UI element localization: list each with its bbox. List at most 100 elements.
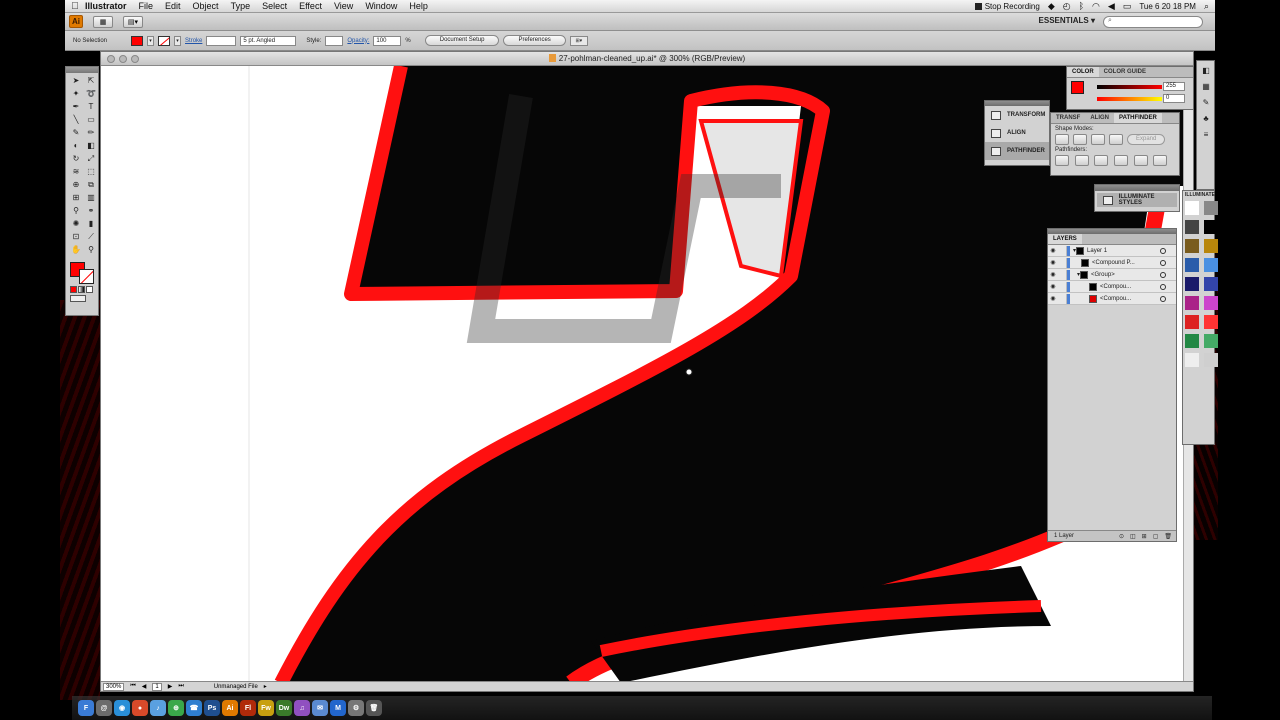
draw-mode-icon[interactable] <box>70 295 86 302</box>
dock-app-icon[interactable]: @ <box>96 700 112 716</box>
status-text[interactable]: Unmanaged File <box>214 684 258 690</box>
bluetooth-icon[interactable]: ᛒ <box>1079 1 1084 11</box>
layer-name[interactable]: <Compou... <box>1100 284 1131 290</box>
symbol-sprayer-tool-icon[interactable]: ✺ <box>69 218 83 230</box>
apple-icon[interactable]:  <box>65 1 85 12</box>
menu-select[interactable]: Select <box>262 1 287 11</box>
brushes-panel-icon[interactable]: ✎ <box>1199 97 1213 109</box>
color-swatch[interactable] <box>1185 296 1199 310</box>
new-layer-icon[interactable]: ▢ <box>1153 533 1159 540</box>
zoom-tool-icon[interactable]: ⚲ <box>84 244 98 256</box>
dock-pathfinder[interactable]: PATHFINDER <box>985 142 1049 160</box>
column-graph-tool-icon[interactable]: ▮ <box>84 218 98 230</box>
illuminate-header[interactable] <box>1095 185 1179 191</box>
color-swatch[interactable] <box>1185 201 1199 215</box>
menu-file[interactable]: File <box>139 1 154 11</box>
divide-button[interactable] <box>1055 155 1069 166</box>
stroke-color-dropdown[interactable]: ▾ <box>174 35 182 46</box>
menu-app-name[interactable]: Illustrator <box>85 1 127 11</box>
direct-selection-tool-icon[interactable]: ⇱ <box>84 75 98 87</box>
swatch-strip-tab[interactable]: ILLUMINATE <box>1183 191 1215 199</box>
trim-button[interactable] <box>1074 155 1089 166</box>
locate-object-icon[interactable]: ⊙ <box>1119 533 1124 540</box>
graphic-style-field[interactable] <box>325 35 344 46</box>
selection-tool-icon[interactable]: ➤ <box>69 75 83 87</box>
illuminate-styles-tab[interactable]: ILLUMINATE STYLES <box>1097 193 1177 207</box>
artboard-tool-icon[interactable]: ⊡ <box>69 231 83 243</box>
dock-app-icon[interactable]: ⊕ <box>168 700 184 716</box>
time-machine-icon[interactable]: ◴ <box>1063 1 1071 12</box>
exclude-button[interactable] <box>1109 134 1123 145</box>
menu-edit[interactable]: Edit <box>165 1 181 11</box>
color-swatch[interactable] <box>1204 296 1218 310</box>
layer-row-group[interactable]: ◉ ▾ <Group> <box>1048 269 1176 281</box>
color-swatch[interactable] <box>1204 220 1218 234</box>
color-swatch[interactable] <box>1185 315 1199 329</box>
color-swatch[interactable] <box>1204 277 1218 291</box>
hand-tool-icon[interactable]: ✋ <box>69 244 83 256</box>
layer-name[interactable]: <Compound P... <box>1092 260 1135 266</box>
outline-button[interactable] <box>1133 155 1148 166</box>
shape-builder-tool-icon[interactable]: ⊕ <box>69 179 83 191</box>
dock-app-icon[interactable]: Ai <box>222 700 238 716</box>
dock-app-icon[interactable]: ♪ <box>150 700 166 716</box>
dock-app-icon[interactable]: ✉ <box>312 700 328 716</box>
dock-app-icon[interactable]: ☎ <box>186 700 202 716</box>
minus-back-button[interactable] <box>1153 155 1168 166</box>
rotate-tool-icon[interactable]: ↻ <box>69 153 83 165</box>
target-icon[interactable] <box>1160 283 1166 290</box>
tab-transform[interactable]: TRANSF <box>1051 113 1085 123</box>
bridge-button[interactable]: ▦ <box>93 15 113 28</box>
color-swatch[interactable] <box>1204 353 1218 367</box>
merge-button[interactable] <box>1094 155 1109 166</box>
visibility-eye-icon[interactable]: ◉ <box>1048 295 1058 302</box>
warp-tool-icon[interactable]: ≋ <box>69 166 83 178</box>
pen-tool-icon[interactable]: ✒ <box>69 101 83 113</box>
unite-button[interactable] <box>1055 134 1069 145</box>
fill-dropdown[interactable]: ▾ <box>147 35 155 46</box>
dock-align[interactable]: ALIGN <box>985 124 1049 142</box>
fill-color-swatch[interactable] <box>131 35 144 46</box>
layer-name[interactable]: Layer 1 <box>1087 248 1107 254</box>
paintbrush-tool-icon[interactable]: ✎ <box>69 127 83 139</box>
battery-icon[interactable]: ▭ <box>1123 1 1132 12</box>
slice-tool-icon[interactable]: ⟋ <box>84 231 98 243</box>
crop-button[interactable] <box>1114 155 1129 166</box>
visibility-eye-icon[interactable]: ◉ <box>1048 271 1058 278</box>
visibility-eye-icon[interactable]: ◉ <box>1048 247 1058 254</box>
prev-artboard-button[interactable]: ◀ <box>142 683 147 690</box>
search-help-input[interactable]: ⌕ <box>1103 16 1203 28</box>
minimize-window-button[interactable] <box>119 55 127 63</box>
tab-align[interactable]: ALIGN <box>1085 113 1114 123</box>
artboard-number-field[interactable]: 1 <box>152 682 162 691</box>
line-tool-icon[interactable]: ╲ <box>69 114 83 126</box>
rectangle-tool-icon[interactable]: ▭ <box>84 114 98 126</box>
color-swatch[interactable] <box>1185 258 1199 272</box>
last-artboard-button[interactable]: ⏭ <box>178 683 183 690</box>
close-window-button[interactable] <box>107 55 115 63</box>
swatches-panel-icon[interactable]: ▦ <box>1199 81 1213 93</box>
layer-row-compound-1[interactable]: ◉ <Compou... <box>1048 281 1176 293</box>
zoom-window-button[interactable] <box>131 55 139 63</box>
dropbox-icon[interactable]: ◆ <box>1048 1 1055 12</box>
preferences-button[interactable]: Preferences <box>503 35 566 46</box>
gradient-tool-icon[interactable]: ▥ <box>84 192 98 204</box>
color-swatch[interactable] <box>1185 277 1199 291</box>
workspace-switcher[interactable]: ESSENTIALS ▾ <box>1039 16 1095 25</box>
fill-stroke-widget[interactable] <box>70 262 96 284</box>
eraser-tool-icon[interactable]: ◧ <box>84 140 98 152</box>
stroke-weight-field[interactable] <box>206 35 237 46</box>
layer-name[interactable]: <Compou... <box>1100 296 1131 302</box>
target-icon[interactable] <box>1160 295 1166 302</box>
brush-definition-field[interactable]: 5 pt. Angled <box>240 35 297 46</box>
layer-name[interactable]: <Group> <box>1091 272 1115 278</box>
arrange-documents-button[interactable]: ▤▾ <box>123 15 143 28</box>
lock-toggle[interactable] <box>1058 293 1067 304</box>
tab-pathfinder[interactable]: PATHFINDER <box>1114 113 1162 123</box>
intersect-button[interactable] <box>1091 134 1105 145</box>
stroke-swatch[interactable] <box>79 269 94 284</box>
stop-recording-button[interactable]: Stop Recording <box>974 2 1040 11</box>
dock-app-icon[interactable]: M <box>330 700 346 716</box>
dock-transform[interactable]: TRANSFORM <box>985 106 1049 124</box>
visibility-eye-icon[interactable]: ◉ <box>1048 283 1058 290</box>
